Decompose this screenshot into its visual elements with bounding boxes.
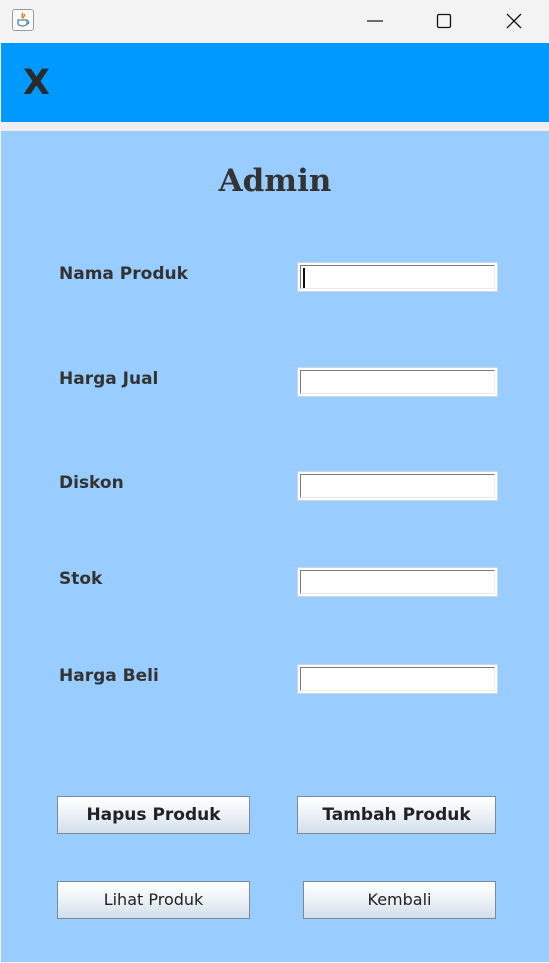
stok-field-frame [297,567,498,597]
harga-beli-label: Harga Beli [59,666,159,686]
minimize-icon [367,20,383,22]
diskon-field-frame [297,471,498,501]
minimize-button[interactable] [340,0,410,42]
harga-jual-input[interactable] [300,370,495,394]
nama-produk-field-frame [297,262,498,292]
tambah-produk-button[interactable]: Tambah Produk [297,796,496,834]
harga-beli-field-frame [297,664,498,694]
maximize-button[interactable] [409,0,479,42]
header-divider [1,122,549,131]
admin-form-panel: Admin Nama Produk Harga Jual Diskon Stok… [1,131,549,962]
header-close-label[interactable]: X [23,63,50,103]
stok-label: Stok [59,569,103,589]
harga-beli-input[interactable] [300,667,495,691]
java-icon[interactable] [12,9,34,31]
close-button[interactable] [479,0,549,42]
harga-jual-label: Harga Jual [59,369,159,389]
hapus-produk-button[interactable]: Hapus Produk [57,796,250,834]
close-icon [506,13,522,29]
kembali-button[interactable]: Kembali [303,881,496,919]
harga-jual-field-frame [297,367,498,397]
lihat-produk-button[interactable]: Lihat Produk [57,881,250,919]
nama-produk-label: Nama Produk [59,264,188,284]
window-title-bar[interactable] [0,0,549,42]
diskon-input[interactable] [300,474,495,498]
page-title: Admin [218,163,332,199]
stok-input[interactable] [300,570,495,594]
header-bar: X [1,43,549,122]
maximize-icon [436,13,452,29]
text-caret [303,268,305,288]
diskon-label: Diskon [59,473,124,493]
nama-produk-input[interactable] [300,265,495,289]
